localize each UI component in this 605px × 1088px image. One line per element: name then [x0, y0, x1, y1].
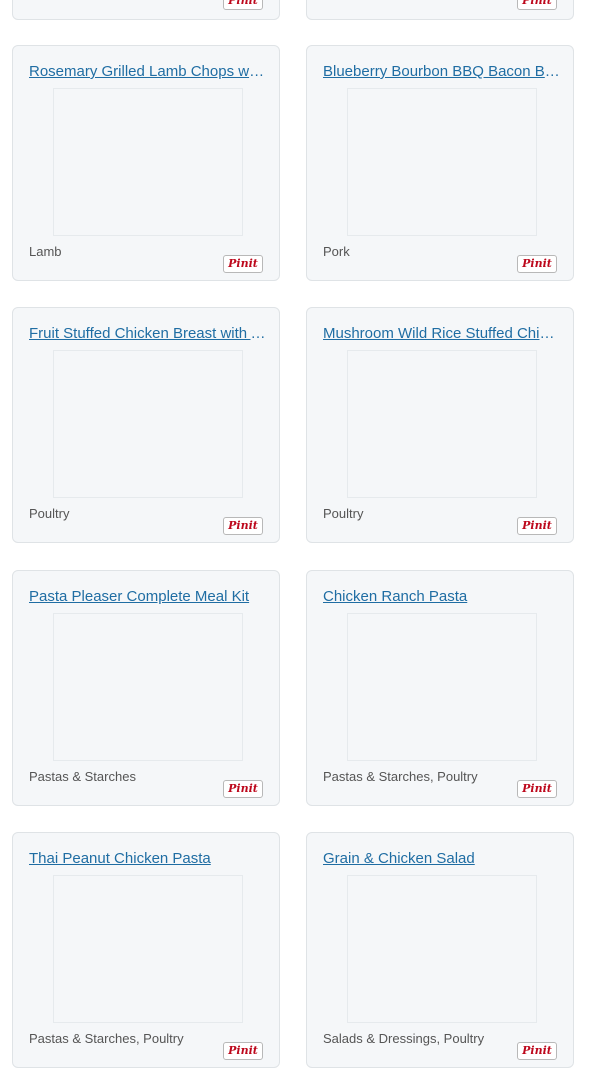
- recipe-card-partial: Pinit: [12, 0, 280, 20]
- recipe-title-link[interactable]: Fruit Stuffed Chicken Breast with Aprico…: [29, 324, 266, 344]
- recipe-title-link[interactable]: Rosemary Grilled Lamb Chops with Mint Sa…: [29, 62, 266, 82]
- recipe-card: Chicken Ranch Pasta Pastas & Starches, P…: [306, 570, 574, 806]
- recipe-category: Pastas & Starches, Poultry: [29, 1031, 184, 1046]
- recipe-title-link[interactable]: Chicken Ranch Pasta: [323, 587, 560, 607]
- pin-it-button[interactable]: Pinit: [223, 517, 263, 535]
- recipe-category: Pastas & Starches: [29, 769, 136, 784]
- recipe-card: Mushroom Wild Rice Stuffed Chicken Breas…: [306, 307, 574, 543]
- recipe-title-link[interactable]: Thai Peanut Chicken Pasta: [29, 849, 266, 869]
- recipe-image[interactable]: [347, 613, 537, 761]
- pin-it-button[interactable]: Pinit: [223, 255, 263, 273]
- recipe-category: Poultry: [29, 506, 70, 521]
- recipe-card: Blueberry Bourbon BBQ Bacon Burgers Pork…: [306, 45, 574, 281]
- recipe-card: Grain & Chicken Salad Salads & Dressings…: [306, 832, 574, 1068]
- pin-it-button[interactable]: Pinit: [517, 780, 557, 798]
- recipe-category: Salads & Dressings, Poultry: [323, 1031, 485, 1046]
- recipe-image[interactable]: [53, 350, 243, 498]
- pin-it-button[interactable]: Pinit: [223, 1042, 263, 1060]
- recipe-image[interactable]: [53, 88, 243, 236]
- recipe-card: Fruit Stuffed Chicken Breast with Aprico…: [12, 307, 280, 543]
- recipe-title-link[interactable]: Mushroom Wild Rice Stuffed Chicken Breas…: [323, 324, 560, 344]
- recipe-image[interactable]: [53, 613, 243, 761]
- pin-it-button[interactable]: Pinit: [223, 780, 263, 798]
- recipe-card: Thai Peanut Chicken Pasta Pastas & Starc…: [12, 832, 280, 1068]
- recipe-title-link[interactable]: Grain & Chicken Salad: [323, 849, 560, 869]
- recipe-image[interactable]: [347, 350, 537, 498]
- recipe-category: Pork: [323, 244, 350, 259]
- recipe-card-partial: Pinit: [306, 0, 574, 20]
- pin-it-button[interactable]: Pinit: [517, 1042, 557, 1060]
- recipe-card: Rosemary Grilled Lamb Chops with Mint Sa…: [12, 45, 280, 281]
- recipe-category: Pastas & Starches, Poultry: [323, 769, 478, 784]
- recipe-category: Poultry: [323, 506, 364, 521]
- recipe-image[interactable]: [347, 875, 537, 1023]
- recipe-image[interactable]: [347, 88, 537, 236]
- pin-it-button[interactable]: Pinit: [517, 0, 557, 10]
- pin-it-button[interactable]: Pinit: [517, 255, 557, 273]
- recipe-title-link[interactable]: Blueberry Bourbon BBQ Bacon Burgers: [323, 62, 560, 82]
- recipe-category: Lamb: [29, 244, 62, 259]
- recipe-title-link[interactable]: Pasta Pleaser Complete Meal Kit: [29, 587, 266, 607]
- pin-it-button[interactable]: Pinit: [517, 517, 557, 535]
- recipe-image[interactable]: [53, 875, 243, 1023]
- recipe-card: Pasta Pleaser Complete Meal Kit Pastas &…: [12, 570, 280, 806]
- pin-it-button[interactable]: Pinit: [223, 0, 263, 10]
